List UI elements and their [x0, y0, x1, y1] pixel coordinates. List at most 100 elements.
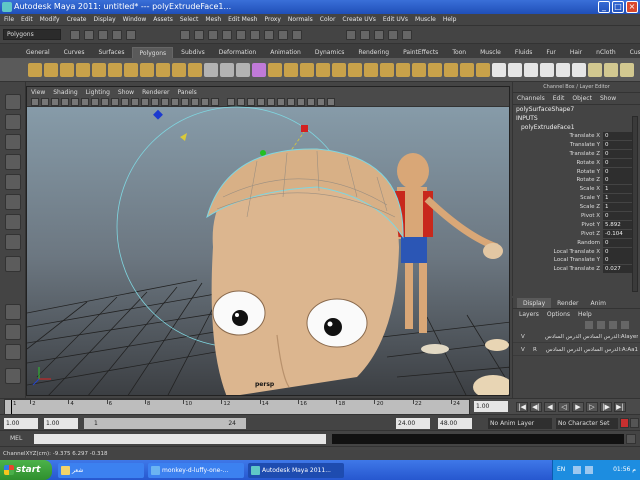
snap-point-icon[interactable] — [222, 30, 232, 40]
four-view-layout-icon[interactable] — [5, 324, 21, 340]
menu-modify[interactable]: Modify — [40, 16, 60, 23]
ipr-render-icon[interactable] — [278, 30, 288, 40]
attribute-value[interactable]: -0.104 — [603, 229, 633, 238]
bevel-icon[interactable] — [444, 63, 458, 77]
move-tool-icon[interactable] — [5, 154, 21, 170]
snap-grid-icon[interactable] — [194, 30, 204, 40]
menu-display[interactable]: Display — [94, 16, 116, 23]
shelf-tab-subdivs[interactable]: Subdivs — [175, 47, 211, 58]
menu-color[interactable]: Color — [320, 16, 336, 23]
planar-map-icon[interactable] — [524, 63, 538, 77]
play-forward-button[interactable]: ▶ — [572, 402, 584, 412]
volume-icon[interactable] — [585, 466, 593, 474]
poly-pyramid-icon[interactable] — [140, 63, 154, 77]
history-icon[interactable] — [250, 30, 260, 40]
node-name[interactable]: polyExtrudeFace1 — [513, 123, 640, 132]
combine-icon[interactable] — [204, 63, 218, 77]
close-button[interactable]: × — [626, 1, 638, 13]
attribute-value[interactable]: 0 — [603, 256, 633, 265]
wedge-icon[interactable] — [428, 63, 442, 77]
current-time-indicator[interactable] — [11, 400, 12, 414]
extract-icon[interactable] — [236, 63, 250, 77]
select-component-icon[interactable] — [180, 30, 190, 40]
attribute-value[interactable]: 0 — [603, 238, 633, 247]
attribute-value[interactable]: 1 — [603, 203, 633, 212]
open-scene-icon[interactable] — [84, 30, 94, 40]
spherical-map-icon[interactable] — [556, 63, 570, 77]
layer-visibility-toggle[interactable]: V — [521, 332, 525, 343]
cylindrical-map-icon[interactable] — [540, 63, 554, 77]
go-to-end-button[interactable]: ▶| — [614, 402, 626, 412]
shelf-tab-ncloth[interactable]: nCloth — [590, 47, 622, 58]
shelf-tab-polygons[interactable]: Polygons — [132, 47, 174, 58]
start-button[interactable]: start — [0, 460, 52, 480]
attribute-value[interactable]: 0 — [603, 158, 633, 167]
step-back-frame-button[interactable]: ◀ — [544, 402, 556, 412]
bridge-icon[interactable] — [332, 63, 346, 77]
step-forward-frame-button[interactable]: ▷ — [586, 402, 598, 412]
shelf-tab-painteffects[interactable]: PaintEffects — [397, 47, 444, 58]
move-layer-up-icon[interactable] — [609, 321, 617, 329]
shelf-tab-toon[interactable]: Toon — [446, 47, 472, 58]
menu-set-dropdown[interactable]: Polygons — [3, 29, 61, 40]
channel-menu-object[interactable]: Object — [572, 95, 592, 102]
step-back-key-button[interactable]: ◀| — [530, 402, 542, 412]
boolean-difference-icon[interactable] — [284, 63, 298, 77]
shelf-tab-muscle[interactable]: Muscle — [474, 47, 507, 58]
layer-row[interactable]: V R الدرس السادس الدرس السادس:A:Aa1 — [513, 345, 640, 356]
snap-plane-icon[interactable] — [236, 30, 246, 40]
maximize-button[interactable]: □ — [612, 1, 624, 13]
boolean-intersection-icon[interactable] — [300, 63, 314, 77]
attribute-value[interactable]: 1 — [603, 194, 633, 203]
anim-layer-dropdown[interactable]: No Anim Layer — [488, 418, 552, 429]
lasso-tool-icon[interactable] — [5, 114, 21, 130]
poly-helix-icon[interactable] — [172, 63, 186, 77]
poly-sphere-icon[interactable] — [28, 63, 42, 77]
menu-assets[interactable]: Assets — [153, 16, 173, 23]
new-layer-icon[interactable] — [585, 321, 593, 329]
rotate-tool-icon[interactable] — [5, 174, 21, 190]
menu-edit-uvs[interactable]: Edit UVs — [383, 16, 408, 23]
menu-create-uvs[interactable]: Create UVs — [342, 16, 375, 23]
side-by-side-layout-icon[interactable] — [5, 344, 21, 360]
go-to-start-button[interactable]: |◀ — [516, 402, 528, 412]
object-name[interactable]: polySurfaceShape7 — [513, 105, 640, 114]
start-time-field[interactable]: 1.00 — [4, 418, 38, 429]
snap-curve-icon[interactable] — [208, 30, 218, 40]
poly-soccerball-icon[interactable] — [188, 63, 202, 77]
end-time-field[interactable]: 24.00 — [396, 418, 430, 429]
show-channel-box-icon[interactable] — [374, 30, 384, 40]
layer-menu-layers[interactable]: Layers — [519, 311, 539, 318]
attribute-value[interactable]: 0 — [603, 212, 633, 221]
auto-key-button[interactable] — [620, 418, 629, 428]
shelf-tab-general[interactable]: General — [20, 47, 56, 58]
menu-create[interactable]: Create — [67, 16, 87, 23]
menu-window[interactable]: Window — [123, 16, 147, 23]
outliner-layout-icon[interactable] — [5, 368, 21, 384]
append-icon[interactable] — [364, 63, 378, 77]
show-layers-icon[interactable] — [402, 30, 412, 40]
attribute-value[interactable]: 5.892 — [603, 220, 633, 229]
collapse-icon[interactable] — [476, 63, 490, 77]
shelf-tab-custom[interactable]: Custom — [624, 47, 640, 58]
checker-icon[interactable] — [492, 63, 506, 77]
merge-icon[interactable] — [460, 63, 474, 77]
attribute-value[interactable]: 0.027 — [603, 265, 633, 274]
mirror-icon[interactable] — [316, 63, 330, 77]
scale-tool-icon[interactable] — [5, 194, 21, 210]
attribute-value[interactable]: 0 — [603, 140, 633, 149]
channel-menu-show[interactable]: Show — [600, 95, 616, 102]
shelf-tab-fluids[interactable]: Fluids — [509, 47, 539, 58]
select-hierarchy-icon[interactable] — [112, 30, 122, 40]
single-view-layout-icon[interactable] — [5, 304, 21, 320]
taskbar-item-maya[interactable]: Autodesk Maya 2011... — [248, 463, 344, 478]
poly-cube-icon[interactable] — [44, 63, 58, 77]
hypershade-icon[interactable] — [346, 30, 356, 40]
menu-help[interactable]: Help — [443, 16, 457, 23]
taskbar-item-folder[interactable]: شعر — [58, 463, 144, 478]
mel-input[interactable] — [34, 434, 326, 444]
poly-cone-icon[interactable] — [76, 63, 90, 77]
animation-preferences-button[interactable] — [630, 418, 639, 428]
attribute-value[interactable]: 1 — [603, 185, 633, 194]
current-frame-field[interactable]: 1.00 — [474, 401, 508, 412]
